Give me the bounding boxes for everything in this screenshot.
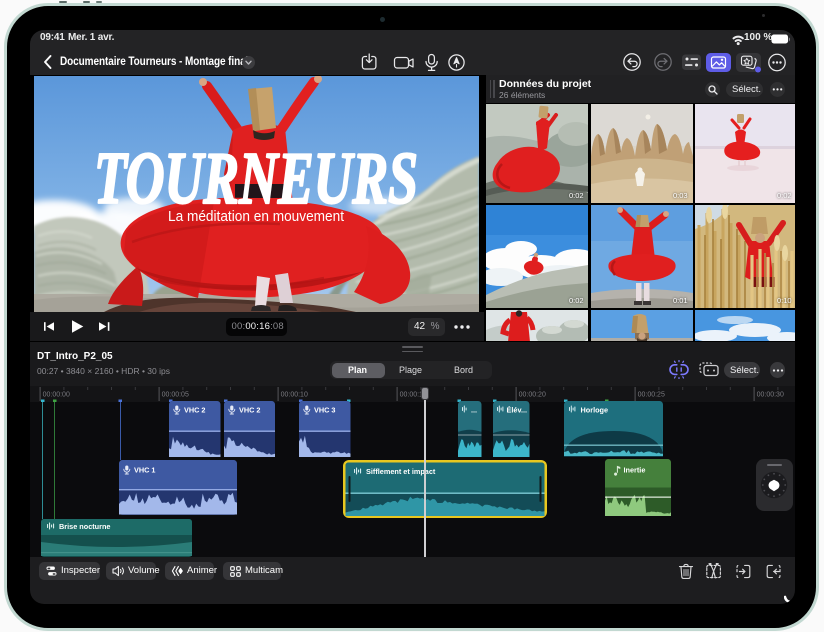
svg-text:Horloge: Horloge [581, 406, 609, 415]
svg-text:VHC 2: VHC 2 [184, 406, 206, 415]
svg-text:00:00:05: 00:00:05 [162, 392, 189, 399]
svg-text:VHC 3: VHC 3 [314, 406, 336, 415]
svg-text:00:00:10: 00:00:10 [281, 392, 308, 399]
svg-text:VHC 1: VHC 1 [134, 466, 156, 475]
svg-text:00:00:30: 00:00:30 [757, 392, 784, 399]
svg-text:Inertie: Inertie [624, 466, 646, 475]
svg-text:VHC 2: VHC 2 [239, 406, 261, 415]
svg-text:Brise nocturne: Brise nocturne [59, 522, 111, 531]
svg-text:La méditation en mouvement: La méditation en mouvement [168, 208, 345, 225]
svg-text:00:00:20: 00:00:20 [519, 392, 546, 399]
svg-text:00:00:00: 00:00:00 [43, 392, 70, 399]
svg-text:00:00:25: 00:00:25 [638, 392, 665, 399]
svg-text:Élév...: Élév... [507, 406, 528, 415]
svg-text:...: ... [471, 406, 477, 415]
